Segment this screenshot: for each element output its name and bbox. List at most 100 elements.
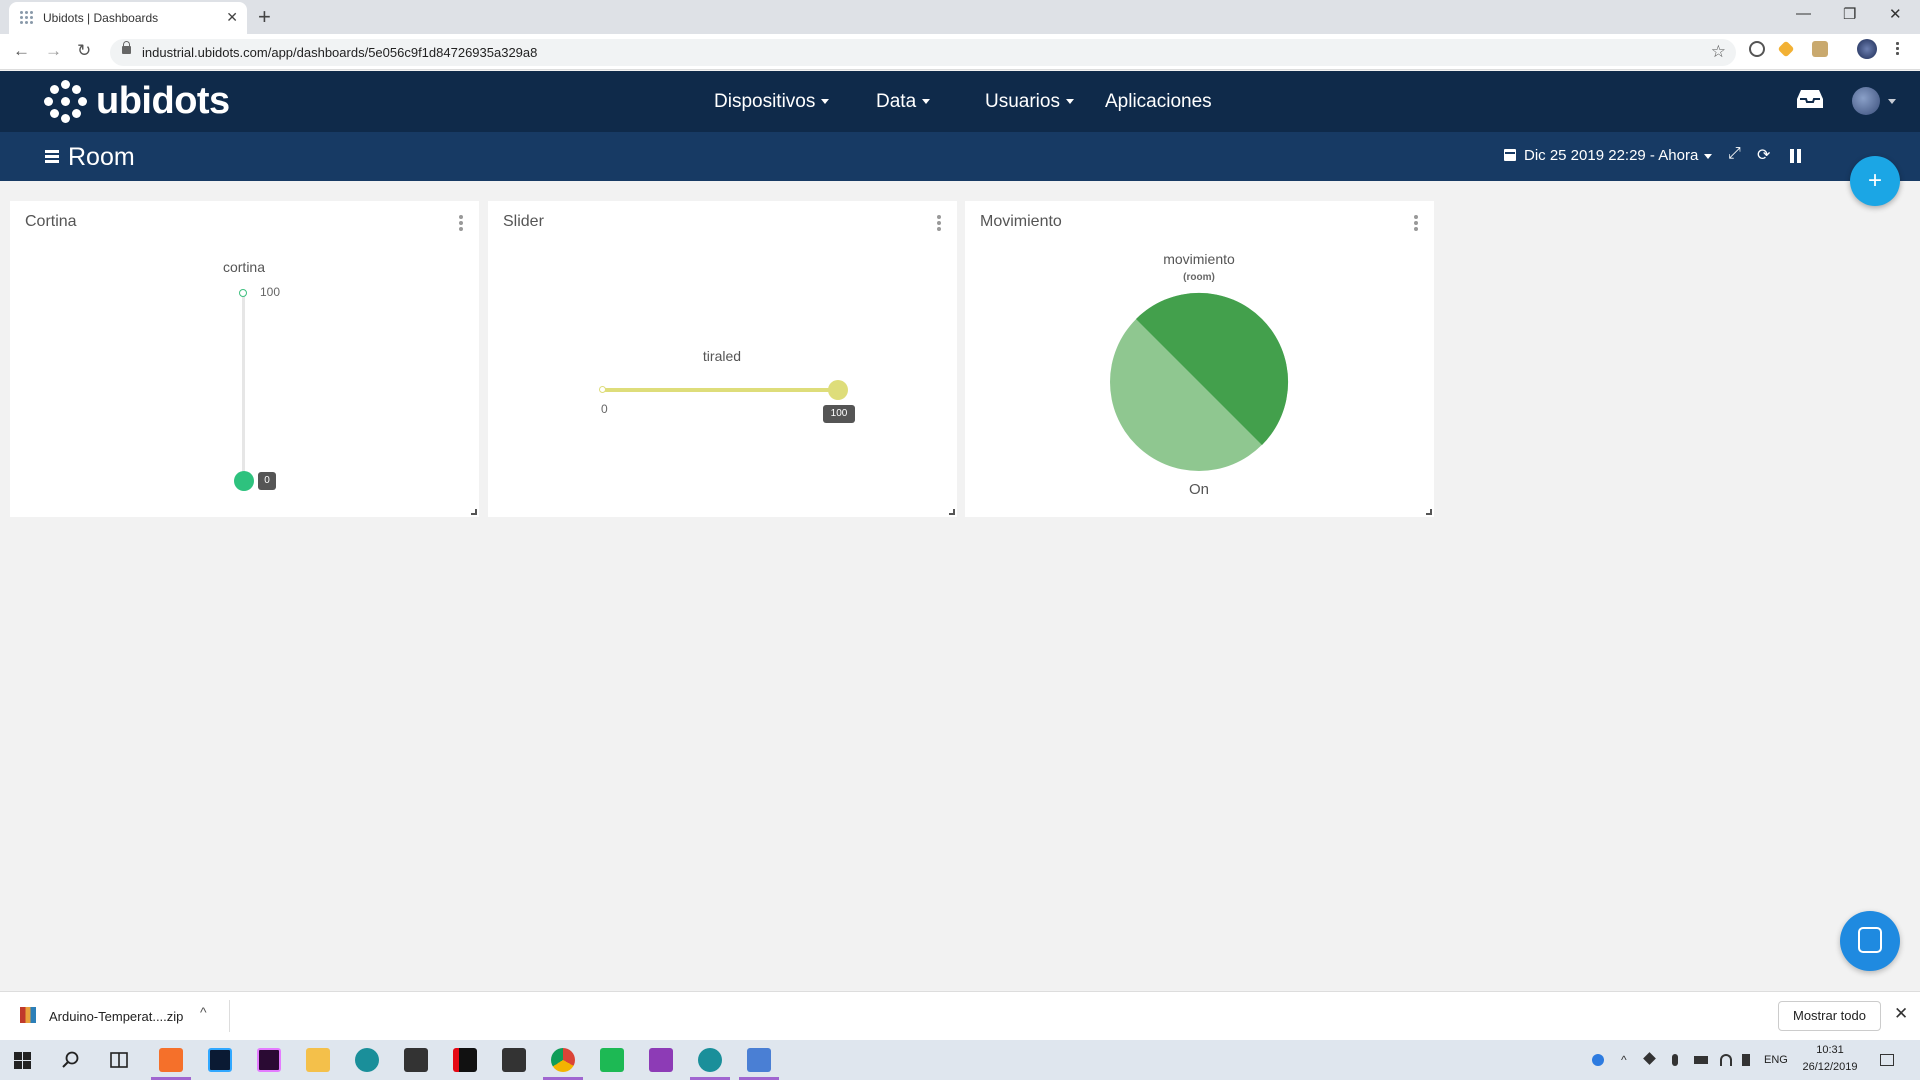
logo-dots-icon (44, 80, 88, 124)
pause-icon[interactable] (1790, 149, 1802, 163)
inbox-icon[interactable] (1797, 89, 1823, 109)
download-shelf: Arduino-Temperat....zip ^ Mostrar todo ✕ (0, 991, 1920, 1040)
slider-max-marker (239, 289, 247, 297)
slider-max-label: 100 (260, 285, 281, 299)
user-avatar[interactable] (1852, 87, 1880, 115)
widget-menu-icon[interactable] (937, 215, 941, 231)
volume-icon[interactable] (1742, 1054, 1750, 1066)
menu-icon[interactable] (45, 150, 59, 163)
nav-label: Dispositivos (714, 91, 816, 112)
window-minimize-button[interactable]: — (1796, 5, 1811, 22)
battery-icon[interactable] (1694, 1056, 1708, 1064)
microphone-icon[interactable] (1672, 1054, 1678, 1066)
nav-aplicaciones[interactable]: Aplicaciones (1105, 91, 1212, 113)
browser-menu-icon[interactable] (1896, 41, 1899, 55)
spotify-icon[interactable] (600, 1048, 624, 1072)
block-extension-icon[interactable] (1749, 41, 1765, 57)
back-button[interactable]: ← (13, 41, 30, 61)
tab-title: Ubidots | Dashboards (43, 11, 159, 25)
refresh-icon[interactable]: ⟳ (1757, 145, 1770, 165)
wifi-icon[interactable] (1720, 1054, 1732, 1066)
caret-down-icon[interactable] (1888, 99, 1896, 104)
vertical-slider-knob[interactable] (234, 471, 254, 491)
caret-down-icon (922, 99, 931, 105)
window-restore-button[interactable]: ❐ (1843, 5, 1856, 23)
arduino-icon[interactable] (698, 1048, 722, 1072)
divider (229, 1000, 230, 1032)
dashboard-title[interactable]: Room (68, 143, 135, 172)
device-label: (room) (1183, 272, 1215, 283)
download-options-icon[interactable]: ^ (200, 1004, 207, 1020)
nav-usuarios[interactable]: Usuarios (985, 91, 1074, 113)
bookmark-star-icon[interactable]: ☆ (1711, 42, 1726, 62)
netflix-icon[interactable] (453, 1048, 477, 1072)
arduino-icon[interactable] (355, 1048, 379, 1072)
search-icon[interactable] (62, 1051, 80, 1069)
profile-avatar-icon[interactable] (1857, 39, 1877, 59)
chat-launcher-button[interactable] (1840, 911, 1900, 971)
variable-label: tiraled (702, 348, 742, 364)
tray-expand-icon[interactable]: ^ (1621, 1054, 1633, 1066)
calendar-icon (1504, 149, 1516, 161)
notifications-icon[interactable] (1880, 1054, 1894, 1066)
taskbar-app-icon[interactable] (159, 1048, 183, 1072)
chrome-icon[interactable] (551, 1048, 575, 1072)
windows-start-icon[interactable] (14, 1052, 31, 1069)
language-indicator[interactable]: ENG (1764, 1054, 1788, 1066)
nav-label: Usuarios (985, 91, 1060, 112)
show-all-button[interactable]: Mostrar todo (1778, 1001, 1881, 1031)
horizontal-slider-track[interactable] (604, 388, 840, 392)
lock-icon (122, 41, 131, 54)
browser-tab[interactable]: Ubidots | Dashboards ✕ (9, 2, 247, 34)
ubidots-favicon-icon (20, 11, 34, 25)
widget-menu-icon[interactable] (459, 215, 463, 231)
resize-handle-icon[interactable] (471, 509, 477, 515)
download-file-name[interactable]: Arduino-Temperat....zip (49, 1009, 183, 1024)
state-caption: On (1188, 481, 1209, 498)
reload-button[interactable]: ↻ (77, 41, 91, 61)
slider-min-label: 0 (601, 402, 608, 416)
nav-label: Aplicaciones (1105, 91, 1212, 112)
mail-icon[interactable] (502, 1048, 526, 1072)
window-close-button[interactable]: ✕ (1889, 5, 1902, 23)
new-tab-button[interactable]: + (258, 4, 271, 30)
clock-time[interactable]: 10:31 (1800, 1044, 1860, 1056)
close-shelf-icon[interactable]: ✕ (1894, 1004, 1908, 1024)
url-text[interactable]: industrial.ubidots.com/app/dashboards/5e… (142, 45, 537, 60)
caret-down-icon (821, 99, 830, 105)
forward-button[interactable]: → (45, 41, 62, 61)
whatsapp-icon[interactable] (649, 1048, 673, 1072)
widget-slider: Slider tiraled 0 100 (488, 201, 957, 517)
fullscreen-icon[interactable]: ⤢ (1728, 145, 1741, 163)
slider-value-tag: 100 (823, 405, 855, 423)
vertical-slider-track[interactable] (242, 293, 245, 489)
variable-label: movimiento (1163, 251, 1235, 267)
resize-handle-icon[interactable] (949, 509, 955, 515)
app-header: ubidots Dispositivos Data Usuarios Aplic… (0, 71, 1920, 132)
clock-date[interactable]: 26/12/2019 (1800, 1061, 1860, 1073)
store-icon[interactable] (404, 1048, 428, 1072)
file-explorer-icon[interactable] (306, 1048, 330, 1072)
date-range-picker[interactable]: Dic 25 2019 22:29 - Ahora (1504, 147, 1713, 164)
taskbar-app-icon[interactable] (747, 1048, 771, 1072)
widget-menu-icon[interactable] (1414, 215, 1418, 231)
tab-close-icon[interactable]: ✕ (226, 9, 238, 26)
browser-toolbar: ← → ↻ industrial.ubidots.com/app/dashboa… (0, 34, 1920, 70)
resize-handle-icon[interactable] (1426, 509, 1432, 515)
address-bar[interactable]: industrial.ubidots.com/app/dashboards/5e… (110, 39, 1736, 66)
photoshop-icon[interactable] (208, 1048, 232, 1072)
horizontal-slider-knob[interactable] (828, 380, 848, 400)
task-view-icon[interactable] (110, 1052, 128, 1068)
slider-min-marker (599, 386, 606, 393)
widget-cortina: Cortina cortina 100 0 (10, 201, 479, 517)
dropbox-icon[interactable] (1643, 1052, 1656, 1065)
premiere-icon[interactable] (257, 1048, 281, 1072)
add-widget-button[interactable]: + (1850, 156, 1900, 206)
nav-label: Data (876, 91, 917, 112)
dashboard-bar: Room Dic 25 2019 22:29 - Ahora ⤢ ⟳ (0, 132, 1920, 181)
nav-data[interactable]: Data (876, 91, 931, 113)
help-icon[interactable] (1592, 1054, 1604, 1066)
nav-dispositivos[interactable]: Dispositivos (714, 91, 830, 113)
extension-icon[interactable] (1812, 41, 1828, 57)
caret-down-icon (1704, 153, 1713, 159)
